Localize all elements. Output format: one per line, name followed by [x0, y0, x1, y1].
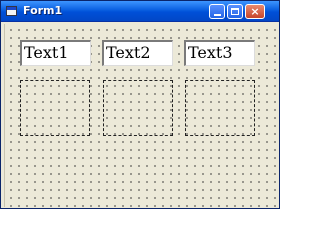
title-bar[interactable]: Form1 × [1, 1, 279, 22]
maximize-icon [231, 8, 239, 15]
minimize-icon [214, 14, 221, 16]
close-icon: × [250, 5, 260, 18]
frame-placeholder-2[interactable] [103, 80, 173, 136]
frame-placeholder-3[interactable] [185, 80, 255, 136]
textbox-text1[interactable]: Text1 [20, 40, 91, 66]
frame-placeholder-1[interactable] [20, 80, 90, 136]
maximize-button[interactable] [227, 4, 243, 19]
textbox-text3[interactable]: Text3 [184, 40, 255, 66]
minimize-button[interactable] [209, 4, 225, 19]
close-button[interactable]: × [245, 4, 265, 19]
form1-window: Form1 × Text1 Text2 Text3 [0, 0, 280, 209]
window-title: Form1 [23, 4, 63, 17]
textbox-text2[interactable]: Text2 [102, 40, 173, 66]
form-icon[interactable] [6, 6, 17, 16]
